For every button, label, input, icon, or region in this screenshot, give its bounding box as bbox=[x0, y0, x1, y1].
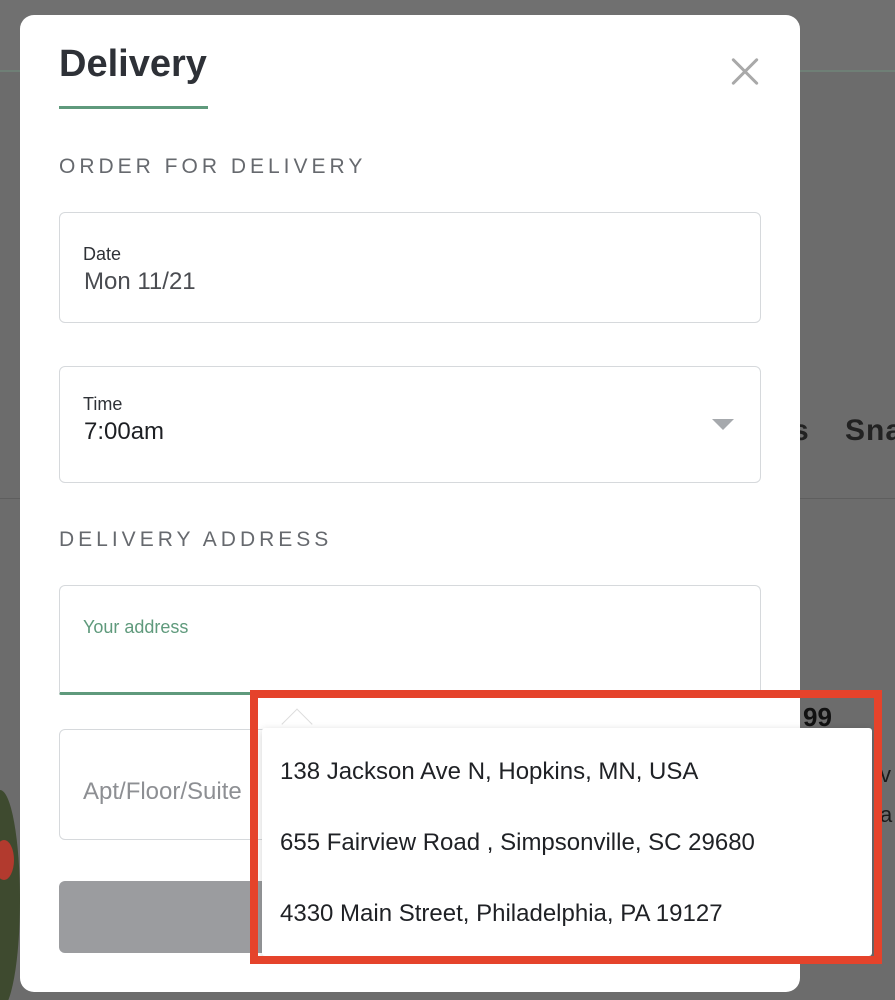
suggestion-item[interactable]: 138 Jackson Ave N, Hopkins, MN, USA bbox=[280, 758, 698, 786]
close-icon[interactable] bbox=[726, 53, 762, 89]
background-tab-snacks: Sna bbox=[845, 414, 895, 447]
apt-placeholder: Apt/Floor/Suite bbox=[83, 778, 242, 805]
background-text: v bbox=[880, 762, 891, 787]
address-suggestions: 138 Jackson Ave N, Hopkins, MN, USA 655 … bbox=[262, 728, 872, 956]
modal-title: Delivery bbox=[59, 43, 207, 85]
date-field[interactable]: Date Mon 11/21 bbox=[59, 212, 761, 323]
background-text: a bbox=[880, 802, 893, 827]
address-label: Your address bbox=[83, 617, 189, 637]
date-value: Mon 11/21 bbox=[84, 268, 196, 295]
suggestion-item[interactable]: 4330 Main Street, Philadelphia, PA 19127 bbox=[280, 900, 723, 928]
date-label: Date bbox=[83, 244, 122, 264]
suggestion-item[interactable]: 655 Fairview Road , Simpsonville, SC 296… bbox=[280, 829, 755, 857]
order-heading: ORDER FOR DELIVERY bbox=[59, 155, 367, 178]
chevron-down-icon bbox=[712, 419, 734, 430]
time-value: 7:00am bbox=[84, 418, 165, 445]
title-underline bbox=[59, 106, 208, 109]
background-food-image bbox=[0, 790, 20, 1000]
address-input[interactable]: Your address bbox=[59, 585, 761, 695]
time-select[interactable]: Time 7:00am bbox=[59, 366, 761, 483]
time-label: Time bbox=[83, 394, 123, 414]
address-heading: DELIVERY ADDRESS bbox=[59, 528, 333, 551]
